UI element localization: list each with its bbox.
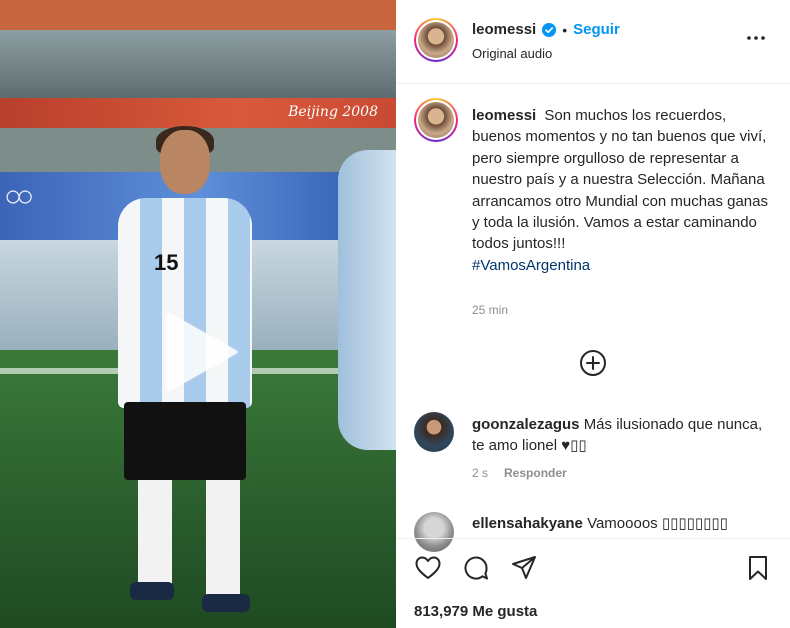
banner-text: Beijing 2008 <box>288 104 378 120</box>
stadium-stand <box>0 30 396 100</box>
post-caption: leomessi Son muchos los recuerdos, bueno… <box>472 105 772 276</box>
add-circle-icon[interactable] <box>579 349 607 377</box>
audio-label[interactable]: Original audio <box>472 46 552 61</box>
like-count[interactable]: 813,979 Me gusta <box>414 603 537 620</box>
header-user: leomessi • Seguir <box>472 21 620 38</box>
player-leg-right <box>206 480 240 600</box>
heart-icon[interactable] <box>414 554 442 582</box>
avatar[interactable] <box>414 18 458 62</box>
header-username[interactable]: leomessi <box>472 21 536 38</box>
comment-icon[interactable] <box>462 554 490 582</box>
player-leg-left <box>138 480 172 590</box>
caption-hashtag[interactable]: #VamosArgentina <box>472 257 590 274</box>
caption-avatar[interactable] <box>414 98 458 142</box>
second-player <box>338 150 396 450</box>
separator-dot: • <box>562 21 568 38</box>
comment-text: Vamoooos ▯▯▯▯▯▯▯▯ <box>587 515 728 532</box>
comment-item: goonzalezagus Más ilusionado que nunca, … <box>472 414 772 457</box>
verified-badge-icon <box>542 22 557 37</box>
comment-avatar[interactable] <box>414 512 454 552</box>
comment-username[interactable]: ellensahakyane <box>472 515 583 532</box>
stadium-sky <box>0 0 396 30</box>
follow-button[interactable]: Seguir <box>573 21 620 38</box>
post-header: leomessi • Seguir Original audio <box>396 0 790 84</box>
comment-meta: 2 s Responder <box>472 466 567 480</box>
player-shorts <box>124 402 246 480</box>
comment-avatar[interactable] <box>414 412 454 452</box>
player-head <box>160 130 210 194</box>
caption-text: Son muchos los recuerdos, buenos momento… <box>472 107 768 253</box>
bookmark-icon[interactable] <box>744 554 772 582</box>
play-icon[interactable] <box>158 310 242 394</box>
send-icon[interactable] <box>510 554 538 582</box>
player-shoe-right <box>202 594 250 612</box>
caption-username[interactable]: leomessi <box>472 107 536 124</box>
reel-video[interactable]: Beijing 2008 ○○ 15 <box>0 0 396 628</box>
post-panel: leomessi • Seguir Original audio leomess… <box>396 0 790 628</box>
more-options-icon[interactable] <box>744 26 768 50</box>
player-shoe-left <box>130 582 174 600</box>
post-timestamp: 25 min <box>472 303 509 317</box>
olympic-rings-icon: ○○ <box>4 180 34 213</box>
reply-button[interactable]: Responder <box>504 466 567 480</box>
comment-item: ellensahakyane Vamoooos ▯▯▯▯▯▯▯▯ <box>472 513 772 535</box>
comment-time: 2 s <box>472 466 489 480</box>
shirt-number: 15 <box>154 250 179 275</box>
comment-username[interactable]: goonzalezagus <box>472 416 580 433</box>
divider <box>396 538 790 539</box>
